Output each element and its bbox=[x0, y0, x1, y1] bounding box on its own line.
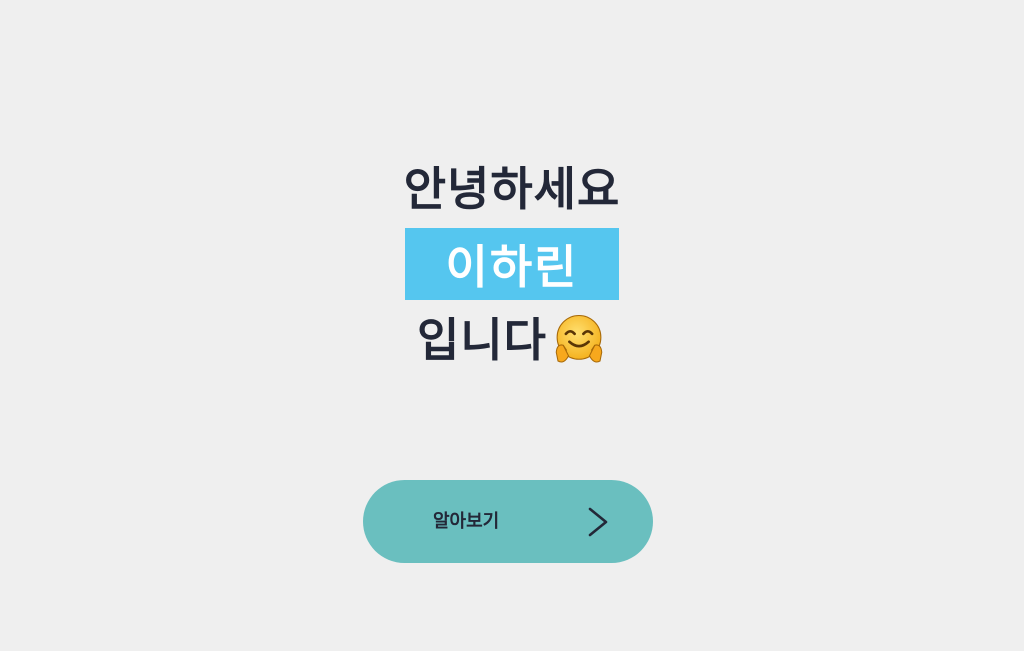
hugging-face-emoji-icon bbox=[555, 314, 603, 363]
greeting-line: 안녕하세요 bbox=[403, 162, 621, 216]
chevron-right-icon bbox=[588, 507, 608, 537]
greeting-block: 안녕하세요 이하린 입니다 bbox=[0, 160, 1024, 372]
learn-more-button[interactable]: 알아보기 bbox=[363, 480, 653, 563]
closing-text: 입니다 bbox=[417, 313, 547, 367]
name-highlight-wrap: 이하린 bbox=[0, 228, 1024, 300]
learn-more-label: 알아보기 bbox=[433, 511, 500, 532]
name-highlight: 이하린 bbox=[405, 228, 619, 300]
closing-line: 입니다 bbox=[0, 308, 1024, 372]
